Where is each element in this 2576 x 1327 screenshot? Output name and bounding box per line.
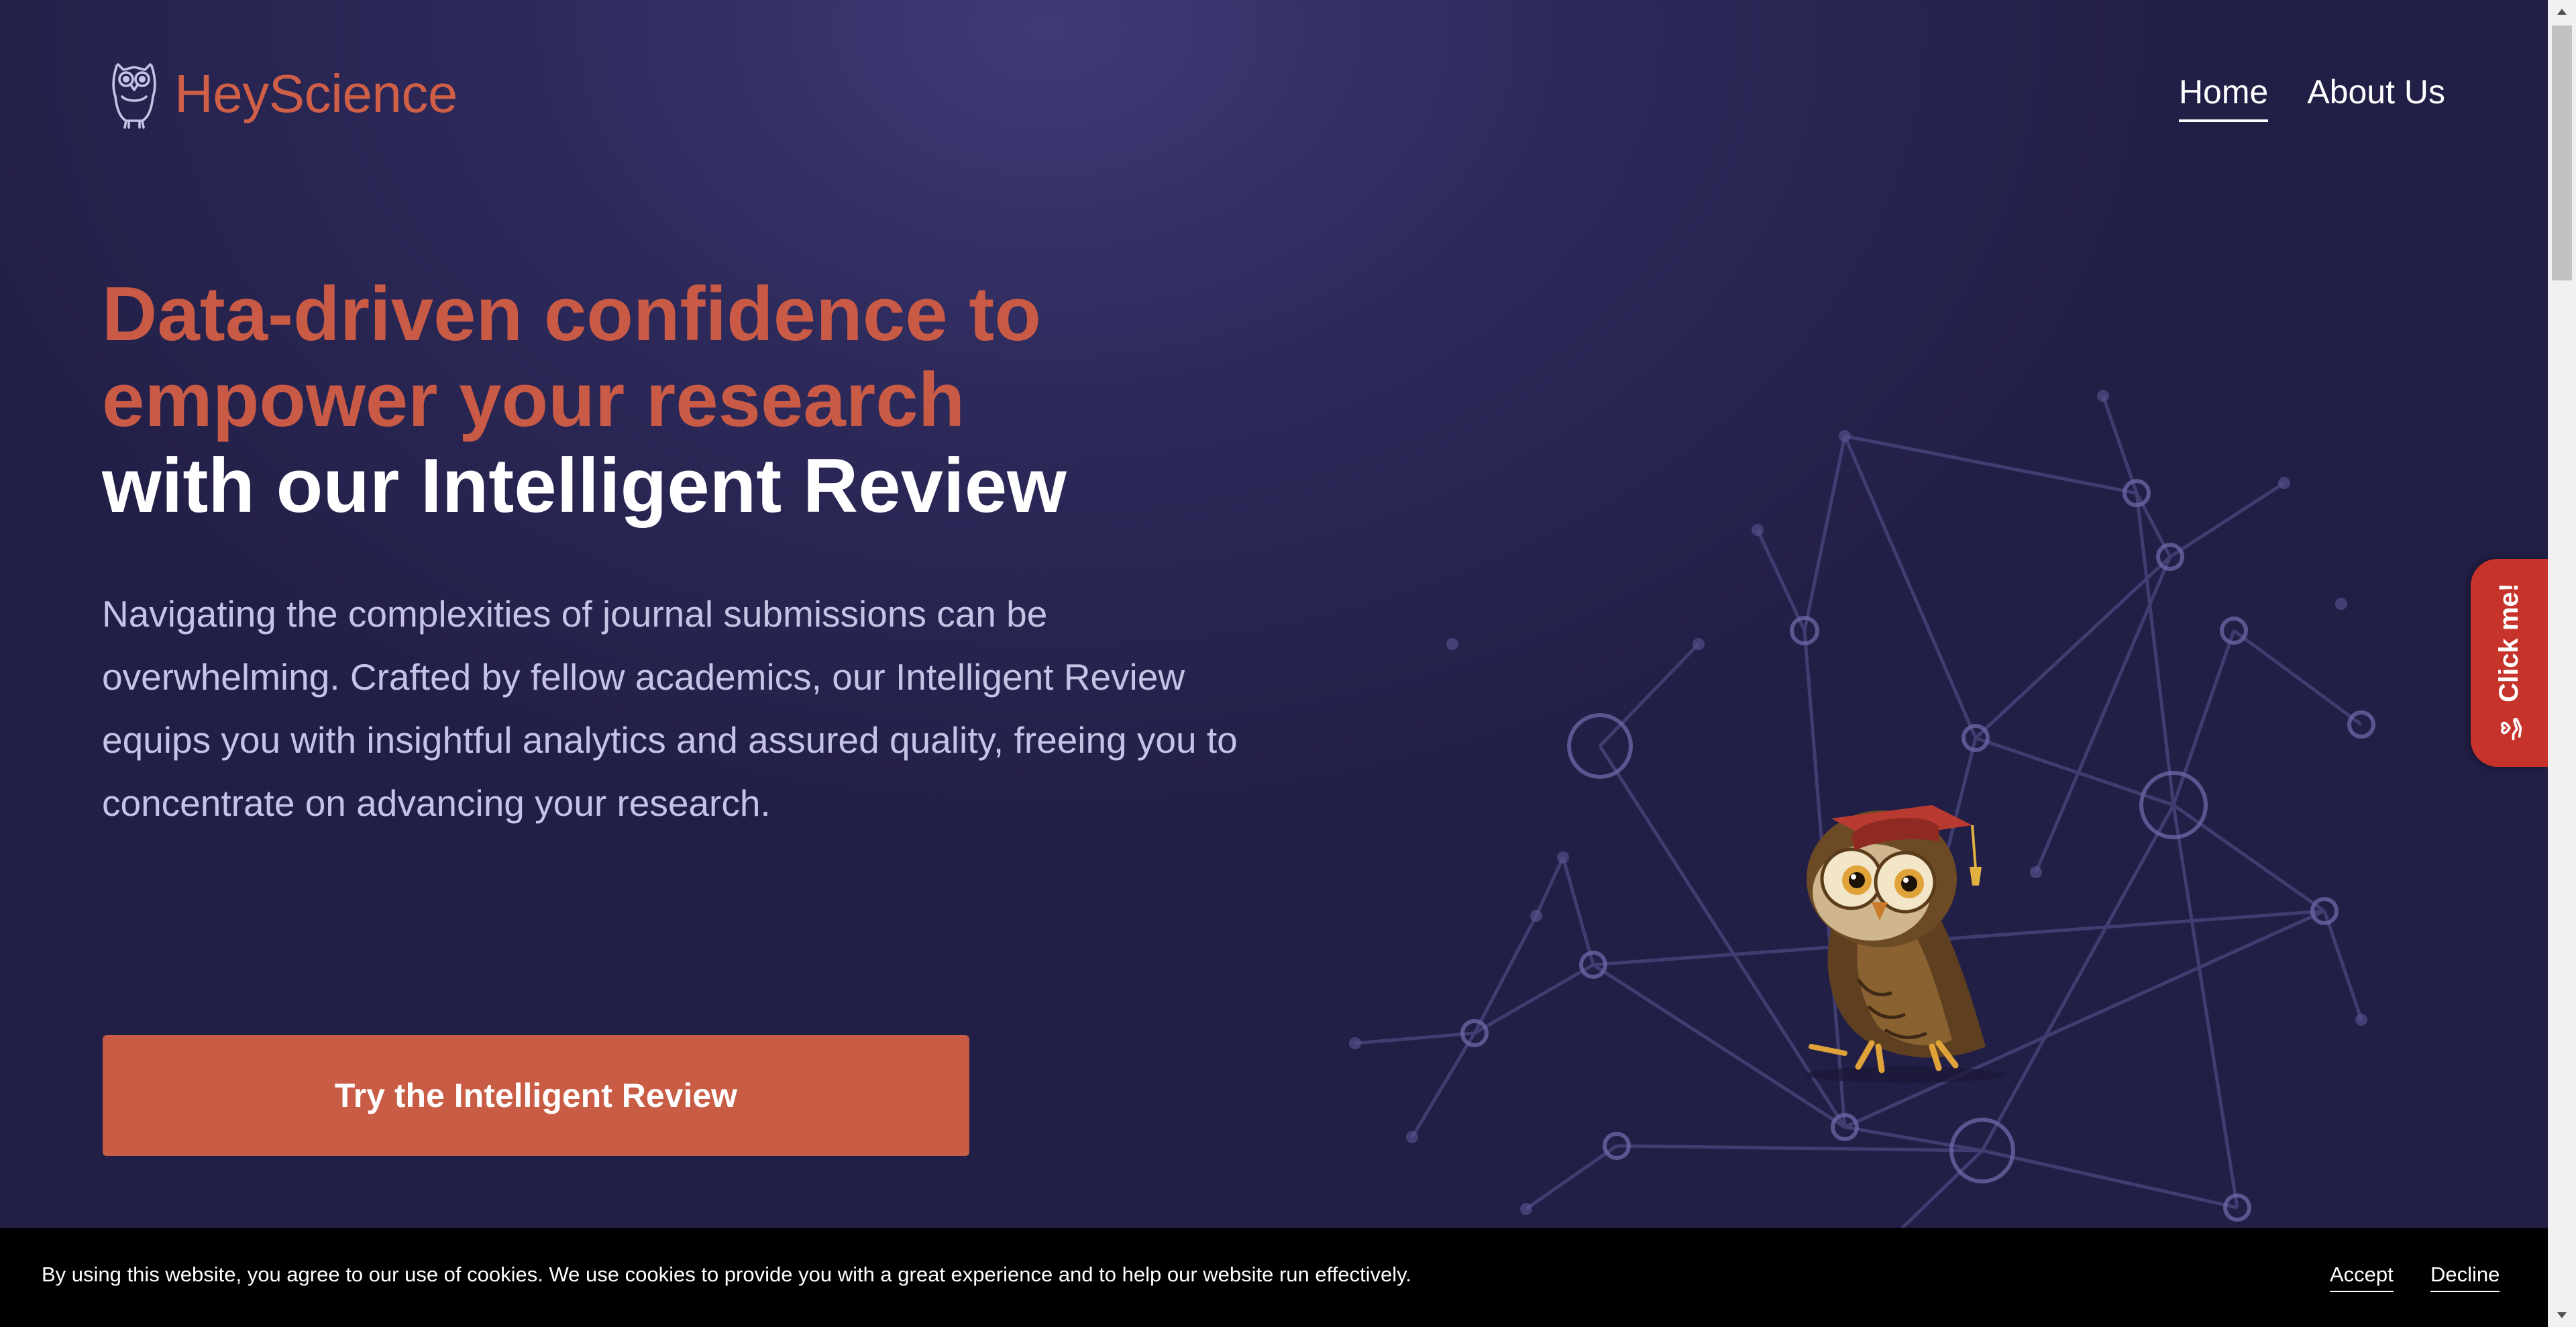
try-intelligent-review-button[interactable]: Try the Intelligent Review <box>103 1035 969 1156</box>
hero-description: Navigating the complexities of journal s… <box>102 593 1238 824</box>
brand-logo[interactable]: HeyScience <box>107 55 458 133</box>
hand-heart-icon <box>2500 717 2522 741</box>
click-me-label: Click me! <box>2494 583 2524 702</box>
brand-name: HeyScience <box>174 64 458 123</box>
nav-home[interactable]: Home <box>2178 72 2269 122</box>
page: HeyScience Home About Us Data-driven con… <box>0 0 2548 1327</box>
decline-cookies-button[interactable]: Decline <box>2430 1263 2500 1292</box>
click-me-feedback-tab[interactable]: Click me! <box>2471 559 2548 767</box>
owl-logo-icon <box>112 63 156 129</box>
hero-title: Data-driven confidence to empower your r… <box>102 272 1242 529</box>
accept-cookies-button[interactable]: Accept <box>2330 1263 2394 1292</box>
cookie-consent-text: By using this website, you agree to our … <box>42 1263 1411 1286</box>
scrollbar-thumb[interactable] <box>2552 25 2572 280</box>
owl-mascot-illustration <box>1805 805 2006 1083</box>
main-nav: Home About Us <box>2178 72 2445 122</box>
scroll-up-arrow-icon[interactable] <box>2548 0 2576 24</box>
scroll-down-arrow-icon[interactable] <box>2548 1303 2576 1327</box>
hero-title-line-1: Data-driven confidence to <box>102 272 1041 357</box>
site-header: HeyScience Home About Us <box>0 0 2548 188</box>
vertical-scrollbar[interactable] <box>2548 0 2576 1327</box>
hero-title-line-2: empower your research <box>102 358 965 443</box>
cookie-consent-banner: By using this website, you agree to our … <box>0 1228 2548 1327</box>
hero-title-line-3: with our Intelligent Review <box>102 443 1067 529</box>
nav-about-us[interactable]: About Us <box>2307 72 2445 122</box>
